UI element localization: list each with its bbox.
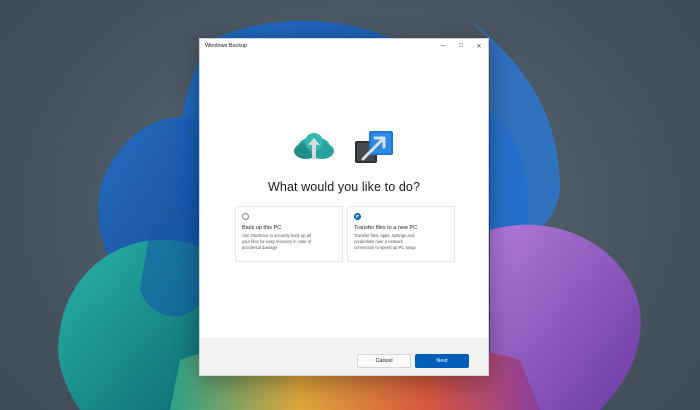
option-title: Back up this PC — [242, 225, 282, 231]
maximize-button[interactable]: □ — [452, 39, 470, 53]
dialog-footer: Cancel Next — [200, 338, 488, 375]
option-title: Transfer files to a new PC — [354, 225, 418, 231]
window-controls: ─ □ ✕ — [434, 39, 488, 53]
pc-transfer-icon — [355, 131, 393, 163]
backup-radio[interactable] — [242, 213, 249, 220]
window-title: Windows Backup — [205, 43, 248, 49]
option-description: Transfer files, apps, settings and crede… — [354, 233, 448, 251]
option-description-line: connection to speed up PC setup — [354, 244, 416, 250]
minimize-button[interactable]: ─ — [434, 39, 452, 53]
page-heading: What would you like to do? — [268, 180, 420, 194]
option-description-line: accidental damage — [242, 244, 278, 250]
option-card-backup[interactable]: Back up this PC Use OneDrive to securely… — [235, 206, 343, 262]
transfer-radio[interactable] — [354, 213, 361, 220]
windows-backup-window: Windows Backup ─ □ ✕ What would you like… — [199, 38, 489, 376]
hero-illustrations — [200, 129, 488, 169]
title-bar[interactable]: Windows Backup ─ □ ✕ — [200, 39, 488, 53]
cloud-upload-icon — [294, 133, 334, 159]
option-card-transfer[interactable]: Transfer files to a new PC Transfer file… — [347, 206, 455, 262]
close-button[interactable]: ✕ — [470, 39, 488, 53]
next-button[interactable]: Next — [415, 354, 469, 368]
cancel-button[interactable]: Cancel — [357, 354, 411, 368]
option-list: Back up this PC Use OneDrive to securely… — [235, 206, 455, 262]
option-description: Use OneDrive to securely back up all you… — [242, 233, 336, 251]
